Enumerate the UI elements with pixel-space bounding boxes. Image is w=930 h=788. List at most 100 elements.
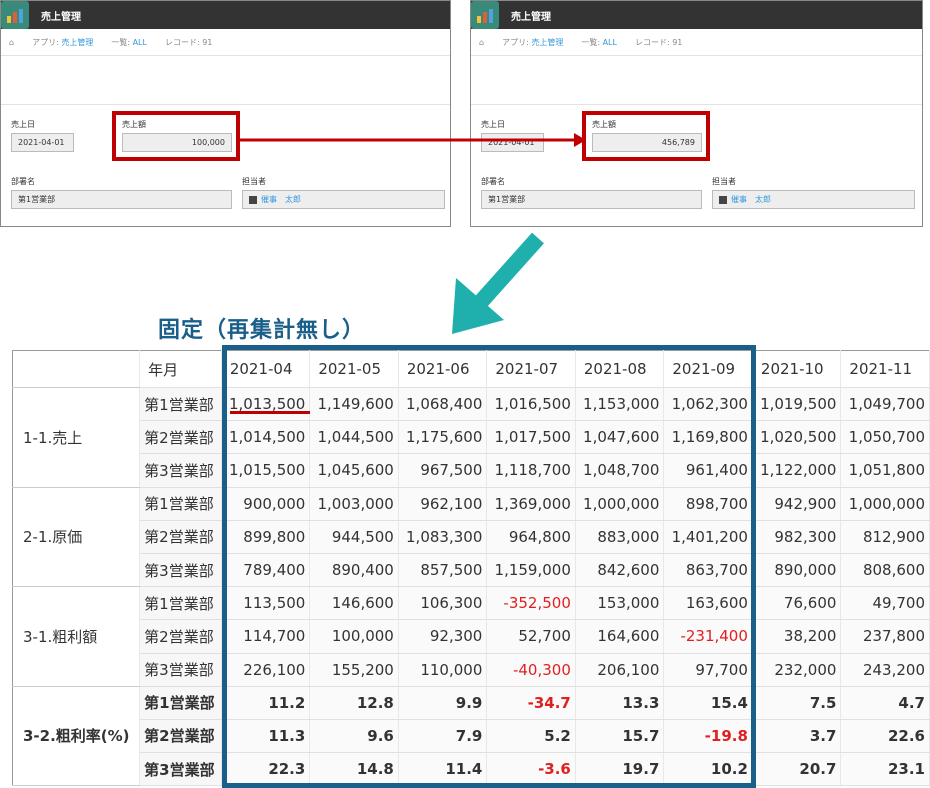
value-cell: 243,200 <box>840 653 930 687</box>
value-cell: 10.2 <box>663 752 753 787</box>
value-cell: 49,700 <box>840 586 930 621</box>
table-row: 3-1.粗利額 第1営業部 113,500 146,600 106,300 -352,50… <box>12 586 930 687</box>
month-header: 2021-09 <box>663 350 753 388</box>
month-header: 2021-05 <box>309 350 399 388</box>
value-cell: 812,900 <box>840 520 930 554</box>
group-label: 3-1.粗利額 <box>12 586 141 687</box>
month-header: 2021-10 <box>752 350 842 388</box>
value-cell: 232,000 <box>752 653 842 687</box>
value-cell: 857,500 <box>398 553 488 588</box>
value-cell: 76,600 <box>752 586 842 621</box>
value-cell: 1,019,500 <box>752 387 842 422</box>
value-cell: 863,700 <box>663 553 753 588</box>
value-cell: 1,118,700 <box>486 453 576 488</box>
value-cell: -19.8 <box>663 719 753 754</box>
table-row: 第3営業部 226,100 155,200 110,000 -40,300 206,100… <box>13 653 930 687</box>
value-cell: 110,000 <box>398 653 488 687</box>
group-label: 2-1.原価 <box>12 487 141 588</box>
value-cell: 237,800 <box>840 619 930 654</box>
value-cell: 964,800 <box>486 520 576 554</box>
teal-down-left-arrow <box>452 232 544 334</box>
value-cell: 1,000,000 <box>840 487 930 521</box>
value-cell: 1,020,500 <box>752 420 842 455</box>
value-cell: 226,100 <box>221 653 311 687</box>
value-cell: 114,700 <box>221 619 311 654</box>
table-row: 第3営業部 22.3 14.8 11.4 -3.6 19.7 10.2 20.7 23.1 <box>13 752 930 787</box>
value-cell: 1,014,500 <box>221 420 311 455</box>
table-row: 第2営業部 11.3 9.6 7.9 5.2 15.7 -19.8 3.7 22.6 <box>13 719 930 754</box>
value-cell: 967,500 <box>398 453 488 488</box>
dept-cell: 第3営業部 <box>139 752 222 787</box>
value-cell: 1,369,000 <box>486 487 576 521</box>
table-row: 第2営業部 1,014,500 1,044,500 1,175,600 1,017,50… <box>13 420 930 455</box>
value-cell: 1,062,300 <box>663 387 753 422</box>
value-cell: 961,400 <box>663 453 753 488</box>
pivot-table: 年月 2021-04 2021-05 2021-06 2021-07 2021-08 202… <box>12 350 930 787</box>
value-cell: 1,048,700 <box>575 453 665 488</box>
value-cell: 113,500 <box>221 586 311 621</box>
value-cell: 808,600 <box>840 553 930 588</box>
value-cell: 12.8 <box>309 686 399 720</box>
value-cell: -352,500 <box>486 586 576 621</box>
table-row: 第3営業部 1,015,500 1,045,600 967,500 1,118,700 1… <box>13 453 930 488</box>
value-cell: 1,169,800 <box>663 420 753 455</box>
value-cell: 962,100 <box>398 487 488 521</box>
value-cell: 38,200 <box>752 619 842 654</box>
value-cell: 13.3 <box>575 686 665 720</box>
group-label: 3-2.粗利率(%) <box>12 686 141 787</box>
value-cell: 3.7 <box>752 719 842 754</box>
value-cell: 22.3 <box>221 752 311 787</box>
month-header: 2021-07 <box>486 350 576 388</box>
value-cell: 898,700 <box>663 487 753 521</box>
value-cell: 789,400 <box>221 553 311 588</box>
month-header: 2021-06 <box>398 350 488 388</box>
value-cell: -40,300 <box>486 653 576 687</box>
value-cell: 1,068,400 <box>398 387 488 422</box>
dept-cell: 第2営業部 <box>139 719 222 754</box>
month-header: 2021-04 <box>221 350 311 388</box>
annotation-arrows <box>236 133 586 334</box>
dept-cell: 第1営業部 <box>139 686 222 720</box>
red-arrowhead <box>574 133 586 147</box>
value-cell: 4.7 <box>840 686 930 720</box>
value-cell: 11.4 <box>398 752 488 787</box>
value-cell: 1,149,600 <box>309 387 399 422</box>
group-label: 1-1.売上 <box>12 387 141 488</box>
value-cell: 942,900 <box>752 487 842 521</box>
value-cell: 155,200 <box>309 653 399 687</box>
table-row: 第2営業部 114,700 100,000 92,300 52,700 164,600 -2… <box>13 619 930 654</box>
value-cell: 11.3 <box>221 719 311 754</box>
value-cell: 153,000 <box>575 586 665 621</box>
value-cell: 92,300 <box>398 619 488 654</box>
corner-label: 年月 <box>139 350 222 388</box>
table-row: 2-1.原価 第1営業部 900,000 1,003,000 962,100 1,369,… <box>12 487 930 588</box>
value-cell: 890,400 <box>309 553 399 588</box>
value-cell: 1,122,000 <box>752 453 842 488</box>
dept-cell: 第1営業部 <box>139 487 222 521</box>
value-cell: 890,000 <box>752 553 842 588</box>
value-cell: 163,600 <box>663 586 753 621</box>
value-cell: 899,800 <box>221 520 311 554</box>
value-cell: 944,500 <box>309 520 399 554</box>
value-cell: 11.2 <box>221 686 311 720</box>
month-header: 2021-08 <box>575 350 665 388</box>
value-cell: 164,600 <box>575 619 665 654</box>
value-cell: 1,013,500 <box>221 387 311 422</box>
dept-cell: 第3営業部 <box>139 453 222 488</box>
value-cell: 1,159,000 <box>486 553 576 588</box>
value-cell: 1,015,500 <box>221 453 311 488</box>
corner-cell <box>12 350 141 388</box>
red-underline <box>230 411 310 414</box>
value-cell: 1,083,300 <box>398 520 488 554</box>
value-cell: 52,700 <box>486 619 576 654</box>
value-cell: 15.4 <box>663 686 753 720</box>
value-cell: 206,100 <box>575 653 665 687</box>
dept-cell: 第1営業部 <box>139 586 222 621</box>
value-cell: -3.6 <box>486 752 576 787</box>
caption-title: 固定（再集計無し） <box>158 318 366 343</box>
value-cell: 1,000,000 <box>575 487 665 521</box>
value-cell: 900,000 <box>221 487 311 521</box>
value-cell: 1,401,200 <box>663 520 753 554</box>
value-cell: -34.7 <box>486 686 576 720</box>
value-cell: 1,049,700 <box>840 387 930 422</box>
